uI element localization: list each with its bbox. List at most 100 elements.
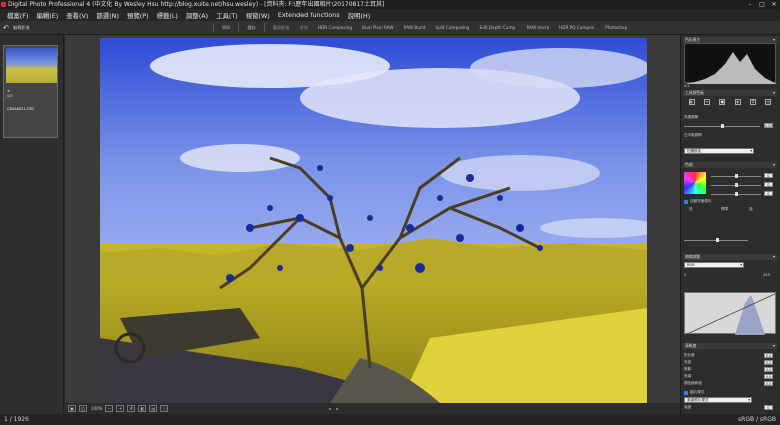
color-slider-3[interactable] [711, 192, 761, 196]
toolbar: ↶ 編輯影像 列印 儲存 重設影像 合成 HDR Composing Dual … [0, 21, 780, 35]
maximize-button[interactable]: □ [756, 0, 768, 9]
menu-window[interactable]: 視窗(W) [242, 11, 274, 20]
adjust-knob[interactable] [716, 238, 719, 242]
split-composing-button[interactable]: Split Composing [430, 23, 474, 33]
strength-value[interactable]: 0 [764, 405, 773, 410]
zoom-level[interactable]: 100% [91, 406, 102, 411]
collapse-icon[interactable]: ▾ [773, 343, 775, 349]
saturation-label: 顏色飽和度 [684, 381, 702, 385]
layout-button[interactable]: ▤ [149, 405, 158, 412]
menu-label[interactable]: 標籤(L) [153, 11, 182, 20]
image-viewer[interactable] [65, 35, 680, 403]
adjust-slider[interactable] [684, 238, 748, 242]
filmstrip: ★ 0/0 CB5A6021.CR2 [0, 35, 64, 414]
tools-title[interactable]: 工具調色板 ▾ [683, 90, 777, 96]
menu-filter[interactable]: 篩選(N) [92, 11, 123, 20]
color-slider-2[interactable] [711, 183, 761, 187]
print-button[interactable]: 列印 [217, 23, 235, 33]
tab-tone-icon[interactable]: ≡ [703, 99, 710, 105]
sharpness-title[interactable]: 清晰度 ▾ [683, 343, 777, 349]
auto-option-strong[interactable]: 強 [749, 207, 753, 212]
tab-lens-icon[interactable]: ◎ [765, 99, 772, 105]
photoshop-button[interactable]: Photoshop [600, 23, 632, 33]
tone-curve-graph[interactable] [684, 292, 778, 336]
menu-view[interactable]: 查看(V) [62, 11, 92, 20]
thumbnail-image[interactable] [6, 48, 57, 83]
thumbnail-card[interactable]: ★ 0/0 CB5A6021.CR2 [3, 45, 58, 138]
zoom-out-button[interactable]: − [105, 405, 114, 412]
picture-style-checkbox[interactable] [684, 391, 688, 395]
collapse-icon[interactable]: ▾ [773, 162, 775, 168]
save-button[interactable]: 儲存 [242, 23, 260, 33]
menu-edit[interactable]: 編輯(E) [32, 11, 62, 20]
brightness-knob[interactable] [721, 124, 724, 128]
auto-option-low[interactable]: 低 [689, 207, 693, 212]
saturation-value[interactable]: 0.0 [764, 381, 773, 386]
color-title[interactable]: 色調 ▾ [683, 162, 777, 168]
tone-curve-mode: RGB [687, 263, 695, 267]
tab-basic-icon[interactable]: ◐ [688, 99, 695, 105]
tone-curve-mode-dropdown[interactable]: RGB ▾ [684, 262, 744, 268]
back-label: 編輯影像 [12, 24, 30, 30]
raw-burst-button[interactable]: RAW Burst [398, 23, 430, 33]
auto-option-standard[interactable]: 標準 [721, 207, 728, 212]
back-to-edit-button[interactable]: ↶ 編輯影像 [3, 24, 63, 32]
highlight-value[interactable]: 0.0 [764, 360, 773, 365]
sharpness-title-text: 清晰度 [685, 343, 697, 348]
color-value-2[interactable]: 0 [764, 182, 773, 187]
hdr-pq-button[interactable]: HDR PQ Compos. [554, 23, 600, 33]
minimize-button[interactable]: – [744, 0, 756, 9]
prev-image-button[interactable]: ◂ [328, 406, 330, 411]
tab-color-icon[interactable]: ● [719, 99, 726, 105]
auto-lighting-checkbox[interactable] [684, 200, 688, 204]
tab-detail-icon[interactable]: ◈ [734, 99, 741, 105]
collapse-icon[interactable]: ▾ [773, 90, 775, 96]
color-slider-1[interactable] [711, 174, 761, 178]
white-balance-dropdown[interactable]: 拍攝設定 ▾ [684, 148, 754, 154]
zoom-in-button[interactable]: + [116, 405, 125, 412]
toolbar-separator [238, 23, 240, 32]
tone-value[interactable]: 0.0 [764, 374, 773, 379]
info-button[interactable]: ⓘ [160, 405, 169, 412]
tone-curve-title[interactable]: 曲線調整 ▾ [683, 254, 777, 260]
color-knob[interactable] [735, 174, 738, 178]
menu-adjust[interactable]: 調整(A) [182, 11, 212, 20]
toolbar-separator [263, 23, 265, 32]
color-value-3[interactable]: 0 [764, 191, 773, 196]
picture-style-dropdown[interactable]: 風景照片樣式 ▾ [684, 397, 752, 403]
dual-pixel-raw-button[interactable]: Dual Pixel RAW [357, 23, 398, 33]
reset-image-button[interactable]: 重設影像 [268, 23, 295, 33]
fullscreen-button[interactable]: ▣ [68, 405, 76, 412]
chevron-down-icon: ▾ [748, 398, 750, 402]
grid-button[interactable]: # [127, 405, 136, 412]
hdr-composing-button[interactable]: HDR Composing [313, 23, 357, 33]
menu-help[interactable]: 說明(H) [344, 11, 375, 20]
strength-label: 強度 [684, 405, 692, 409]
contrast-value[interactable]: 0.0 [764, 353, 773, 358]
shadow-value[interactable]: 0.0 [764, 367, 773, 372]
contrast-label: 對比度 [684, 353, 695, 357]
color-wheel[interactable] [684, 172, 706, 194]
color-knob[interactable] [735, 192, 738, 196]
next-image-button[interactable]: ▸ [336, 406, 338, 411]
raw-micro-button[interactable]: RAW micro [522, 23, 555, 33]
menu-file[interactable]: 檔案(F) [3, 11, 32, 20]
picture-style-value: 風景照片樣式 [687, 398, 709, 402]
close-button[interactable]: ✕ [768, 0, 780, 9]
menu-extended[interactable]: Extended functions [274, 11, 344, 19]
menu-preview[interactable]: 預覽(P) [123, 11, 153, 20]
tab-crop-icon[interactable]: ⌗ [749, 99, 756, 105]
menu-tools[interactable]: 工具(T) [212, 11, 242, 20]
collapse-icon[interactable]: ▾ [773, 254, 775, 260]
edit-depth-comp-button[interactable]: Edit Depth Comp. [474, 23, 521, 33]
color-value-1[interactable]: 0 [764, 173, 773, 178]
main-photo[interactable] [100, 38, 647, 403]
compare-button[interactable]: ◧ [138, 405, 147, 412]
photo-canvas [100, 38, 647, 403]
composite-button[interactable]: 合成 [295, 23, 313, 33]
brightness-value[interactable]: 0.00 [764, 123, 773, 128]
fit-button[interactable]: ◫ [79, 405, 87, 412]
brightness-slider[interactable] [684, 124, 760, 128]
color-knob[interactable] [735, 183, 738, 187]
histogram-graph [685, 52, 777, 84]
